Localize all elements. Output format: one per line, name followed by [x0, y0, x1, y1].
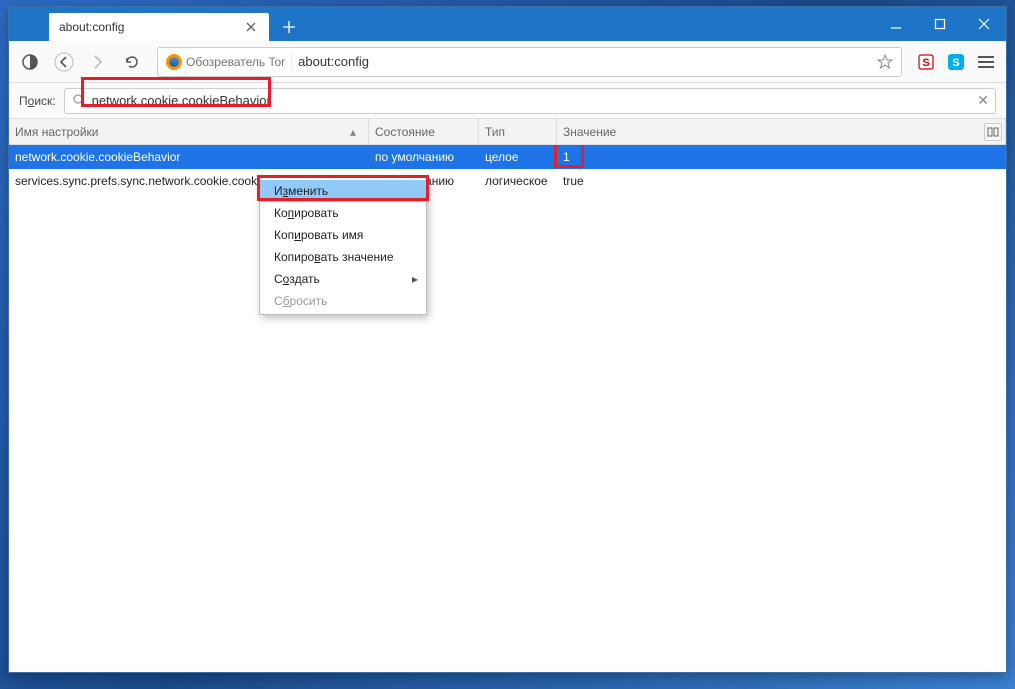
skype-icon[interactable]: S — [942, 48, 970, 76]
menu-item-copy-name[interactable]: Копировать имя — [260, 224, 426, 246]
menu-item-copy[interactable]: Копировать — [260, 202, 426, 224]
menu-item-modify[interactable]: Изменить — [260, 180, 426, 202]
browser-window: about:config — [8, 6, 1007, 673]
pref-type: целое — [479, 145, 557, 169]
pref-value: 1 — [557, 145, 1006, 169]
svg-text:S: S — [922, 57, 929, 69]
tab-strip: about:config — [9, 7, 303, 41]
toolbar-right-icons: S S — [912, 48, 1000, 76]
window-controls — [874, 7, 1006, 41]
pref-value: true — [557, 169, 1006, 193]
identity-label: Обозреватель Tor — [186, 55, 285, 69]
identity-box[interactable]: Обозреватель Tor — [166, 54, 292, 70]
search-icon — [73, 94, 86, 107]
table-row[interactable]: network.cookie.cookieBehavior по умолчан… — [9, 145, 1006, 169]
tab-about-config[interactable]: about:config — [49, 13, 269, 41]
search-input[interactable] — [92, 93, 987, 108]
menu-item-reset: Сбросить — [260, 290, 426, 312]
tab-label: about:config — [59, 20, 235, 34]
menu-item-copy-value[interactable]: Копировать значение — [260, 246, 426, 268]
context-menu: Изменить Копировать Копировать имя Копир… — [259, 177, 427, 315]
sort-indicator-icon: ▴ — [350, 125, 356, 139]
shield-icon[interactable] — [15, 47, 45, 77]
preferences-list: network.cookie.cookieBehavior по умолчан… — [9, 145, 1006, 672]
svg-text:S: S — [952, 57, 959, 69]
new-tab-button[interactable] — [275, 15, 303, 39]
close-button[interactable] — [962, 7, 1006, 41]
column-state[interactable]: Состояние — [369, 119, 479, 144]
back-button[interactable] — [49, 47, 79, 77]
forward-button[interactable] — [83, 47, 113, 77]
noscript-icon[interactable]: S — [912, 48, 940, 76]
column-picker-icon[interactable] — [984, 123, 1002, 141]
close-icon[interactable] — [243, 19, 259, 35]
menu-item-create[interactable]: Создать▸ — [260, 268, 426, 290]
minimize-button[interactable] — [874, 7, 918, 41]
column-name[interactable]: Имя настройки ▴ — [9, 119, 369, 144]
column-value[interactable]: Значение — [557, 119, 1006, 144]
bookmark-star-icon[interactable] — [877, 54, 893, 70]
hamburger-icon — [978, 54, 994, 70]
maximize-button[interactable] — [918, 7, 962, 41]
about-config-searchbar: Поиск: ✕ — [9, 83, 1006, 119]
search-field[interactable]: ✕ — [64, 88, 996, 114]
url-bar[interactable]: Обозреватель Tor about:config — [157, 47, 902, 77]
search-label: Поиск: — [19, 94, 56, 108]
chevron-right-icon: ▸ — [412, 272, 418, 286]
firefox-icon — [166, 54, 182, 70]
column-type[interactable]: Тип — [479, 119, 557, 144]
url-text: about:config — [298, 54, 871, 69]
navigation-toolbar: Обозреватель Tor about:config S S — [9, 41, 1006, 83]
column-headers: Имя настройки ▴ Состояние Тип Значение — [9, 119, 1006, 145]
app-menu-button[interactable] — [972, 48, 1000, 76]
clear-icon[interactable]: ✕ — [977, 92, 989, 109]
pref-state: по умолчанию — [369, 145, 479, 169]
pref-name: network.cookie.cookieBehavior — [9, 145, 369, 169]
reload-button[interactable] — [117, 47, 147, 77]
table-row[interactable]: services.sync.prefs.sync.network.cookie.… — [9, 169, 1006, 193]
pref-type: логическое — [479, 169, 557, 193]
titlebar: about:config — [9, 7, 1006, 41]
